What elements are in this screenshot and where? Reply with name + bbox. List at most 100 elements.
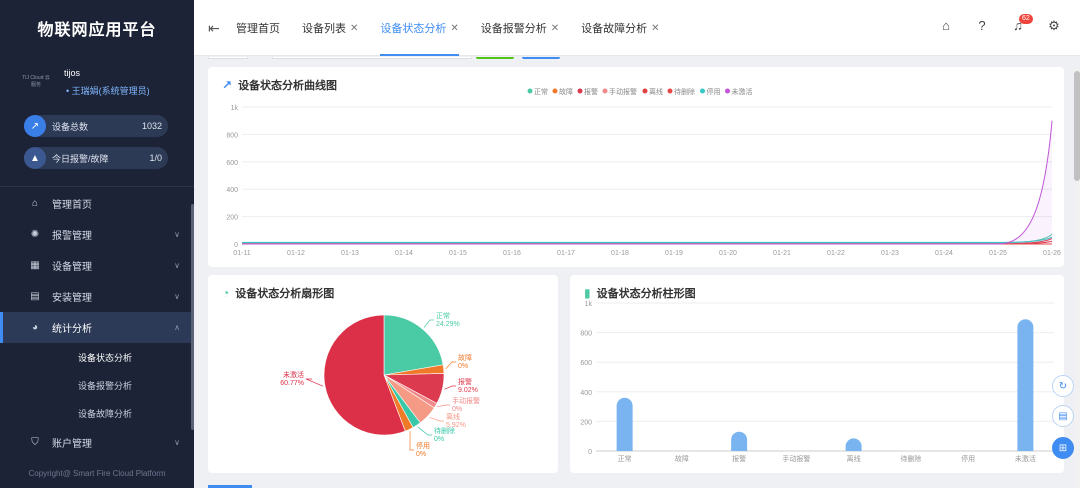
stat-label: 今日报警/故障	[52, 153, 109, 164]
legend-label: 离线	[649, 87, 663, 96]
stat-today-alarm[interactable]: ▲ 今日报警/故障 1/0	[24, 147, 168, 169]
legend-label: 手动报警	[609, 87, 637, 96]
y-tick-label: 400	[226, 187, 238, 194]
sidebar-item-home[interactable]: ⌂ 管理首页	[0, 188, 194, 219]
y-tick-label: 600	[580, 360, 592, 367]
x-tick-label: 手动报警	[782, 454, 810, 463]
pie-label-percent: 0%	[434, 436, 444, 443]
legend-label: 未激活	[732, 87, 753, 96]
grid-fab[interactable]: ⊞	[1052, 437, 1074, 459]
pie-label-percent: 9.02%	[458, 387, 478, 394]
pie-leader-line	[437, 404, 450, 408]
export-button[interactable]	[522, 57, 560, 59]
x-tick-label: 01-15	[449, 250, 467, 257]
divider	[0, 186, 194, 187]
x-tick-label: 01-16	[503, 250, 521, 257]
x-tick-label: 正常	[618, 454, 632, 463]
sidebar-item-device[interactable]: ▦ 设备管理 ∨	[0, 250, 194, 281]
date-range-input[interactable]	[272, 57, 472, 59]
legend-marker	[577, 88, 583, 94]
pie-leader-line	[409, 431, 414, 451]
top-bar: ⇤ 管理首页 设备列表 ✕ 设备状态分析 ✕ 设备报警分析 ✕ 设备故障分析 ✕ ⌂ ?…	[194, 0, 1080, 56]
pie-label-name: 停用	[416, 441, 430, 450]
shield-icon: ⛉	[31, 437, 39, 448]
y-tick-label: 0	[234, 242, 238, 249]
close-icon[interactable]: ✕	[450, 23, 458, 34]
sidebar-item-label: 管理首页	[52, 200, 92, 211]
tab-device-list[interactable]: 设备列表 ✕	[302, 0, 358, 56]
user-name: tijos	[64, 68, 81, 78]
x-tick-label: 未激活	[1015, 454, 1036, 463]
app-title: 物联网应用平台	[37, 22, 157, 39]
refresh-fab[interactable]: ↻	[1052, 375, 1074, 397]
sidebar-item-account[interactable]: ⛉ 账户管理 ∨	[0, 427, 194, 458]
legend-marker	[642, 88, 648, 94]
pie-leader-line	[423, 319, 434, 328]
y-tick-label: 200	[580, 419, 592, 426]
help-icon[interactable]: ?	[974, 18, 990, 34]
y-tick-label: 800	[580, 331, 592, 338]
sidebar-item-install[interactable]: ▤ 安装管理 ∨	[0, 281, 194, 312]
submenu-device-fault[interactable]: 设备故障分析	[0, 399, 194, 427]
bar-chart: 0 200 400 600 800 1k 正常 故障 报警 手动报警 离线 待删除 停用 未激活	[580, 301, 1054, 463]
pie-label-name: 离线	[446, 412, 460, 421]
stat-device-total[interactable]: ↗ 设备总数 1032	[24, 115, 168, 137]
pie-leader-line	[305, 378, 324, 387]
pie-chart: 正常24.29%故障0%报警9.02%手动报警0%离线5.92%待删除0%停用0…	[280, 311, 480, 458]
close-icon[interactable]: ✕	[350, 23, 358, 34]
tab-home[interactable]: 管理首页	[236, 0, 280, 56]
close-icon[interactable]: ✕	[551, 23, 559, 34]
content-scrollbar[interactable]	[1074, 69, 1080, 488]
tab-device-alarm[interactable]: 设备报警分析 ✕	[481, 0, 559, 56]
user-role: • 王瑞娟(系统管理员)	[66, 86, 150, 96]
gear-icon[interactable]: ⚙	[1046, 18, 1062, 34]
stat-value: 1/0	[149, 153, 162, 163]
home-icon: ⌂	[31, 198, 39, 209]
submenu-device-status[interactable]: 设备状态分析	[0, 343, 194, 371]
close-icon[interactable]: ✕	[651, 23, 659, 34]
pie-chart-card: ◔ 设备状态分析扇形图 正常 24.29% 故障 0% 报警 9.02% 手动报警 0% 离线 5.…	[208, 275, 558, 473]
x-tick-label: 01-14	[395, 250, 413, 257]
copyright: Copyright@ Smart Fire Cloud Platform	[28, 469, 166, 478]
main-content: ↗ 设备状态分析曲线图 正常 故障 报警 手动报警 离线 待删除 停用 未激活 0 200 400 60…	[194, 57, 1080, 488]
chevron-down-icon: ∨	[174, 230, 180, 239]
submenu-device-alarm[interactable]: 设备报警分析	[0, 371, 194, 399]
chevron-down-icon: ∨	[174, 292, 180, 301]
trend-icon: ↗	[24, 115, 46, 137]
sidebar-item-label: 安装管理	[52, 293, 92, 304]
sidebar-item-label: 统计分析	[52, 324, 92, 335]
bar-报警	[731, 431, 748, 451]
bell-icon[interactable]: ♫ 62	[1010, 14, 1033, 34]
tab-device-fault[interactable]: 设备故障分析 ✕	[581, 0, 659, 56]
pie-label-name: 报警	[458, 377, 472, 386]
stat-label: 设备总数	[52, 121, 89, 132]
pie-label-percent: 0%	[458, 363, 468, 370]
pie-label-percent: 0%	[416, 451, 426, 458]
x-tick-label: 01-24	[935, 250, 953, 257]
home-icon[interactable]: ⌂	[938, 18, 954, 34]
x-tick-label: 01-18	[611, 250, 629, 257]
x-tick-label: 01-17	[557, 250, 575, 257]
x-tick-label: 01-25	[989, 250, 1007, 257]
document-fab[interactable]: ▤	[1052, 405, 1074, 427]
pie-label-name: 未激活	[283, 370, 304, 379]
filter-select[interactable]	[208, 57, 248, 59]
series-line-正常	[242, 234, 1053, 244]
query-button[interactable]	[476, 57, 514, 59]
y-tick-label: 0	[588, 449, 592, 456]
x-tick-label: 01-26	[1043, 250, 1061, 257]
bar-chart-card: ▮ 设备状态分析柱形图 0 200 400 600 800 1k 正常 故障 报警 手动报警 离线 待删…	[570, 275, 1064, 473]
menu-fold-icon[interactable]: ⇤	[208, 20, 220, 37]
y-tick-label: 800	[226, 132, 238, 139]
tab-device-status[interactable]: 设备状态分析 ✕	[380, 0, 460, 56]
legend-label: 报警	[584, 87, 598, 96]
sidebar-item-statistics[interactable]: ◕ 统计分析 ∧	[0, 312, 194, 343]
sidebar-item-alarm[interactable]: ✺ 报警管理 ∨	[0, 219, 194, 250]
x-tick-label: 01-11	[233, 250, 250, 257]
x-tick-label: 01-19	[665, 250, 683, 257]
pie-leader-line	[444, 385, 456, 390]
scrollbar-thumb[interactable]	[1074, 71, 1080, 181]
alarm-icon: ▲	[24, 147, 46, 169]
line-chart-card: ↗ 设备状态分析曲线图 正常 故障 报警 手动报警 离线 待删除 停用 未激活 0 200 400 60…	[208, 67, 1064, 267]
tab-label: 设备状态分析	[380, 23, 447, 35]
